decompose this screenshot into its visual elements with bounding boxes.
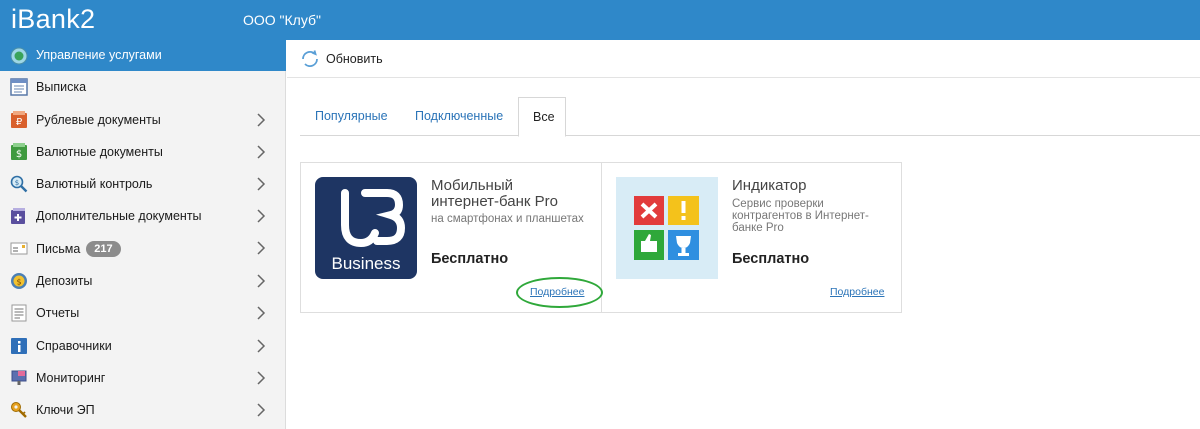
sidebar-item-label: Дополнительные документы [36,209,202,223]
app-logo[interactable]: iBank2 [11,2,95,36]
card-subtitle-line: контрагентов в Интернет- [732,210,869,222]
mobile-bank-logo[interactable]: Business [315,177,417,279]
sidebar-item-services[interactable]: Управление услугами [0,40,286,71]
chevron-right-icon [257,339,266,353]
svg-text:₽: ₽ [16,117,23,128]
card-subtitle-line: Сервис проверки [732,198,824,210]
card-title: Индикатор [732,177,807,194]
letters-label: Письма [36,242,81,256]
sidebar-item-ruble-docs[interactable]: ₽ Рублевые документы [0,104,286,136]
app-header: iBank2 ООО "Клуб" [0,0,1200,40]
chevron-right-icon [257,209,266,223]
refresh-icon[interactable] [299,48,321,70]
refresh-button[interactable]: Обновить [326,52,383,67]
card-title-line: Мобильный [431,177,513,194]
deposits-icon: $ [11,273,27,289]
services-icon [10,47,28,65]
svg-text:$: $ [16,278,21,287]
sidebar-item-label: Валютные документы [36,145,163,159]
card-price: Бесплатно [431,251,509,267]
card-subtitle: на смартфонах и планшетах [431,213,584,225]
details-link[interactable]: Подробнее [830,286,884,298]
ruble-docs-icon: ₽ [11,111,27,128]
chevron-right-icon [257,306,266,320]
sidebar-item-deposits[interactable]: $ Депозиты [0,265,286,297]
chevron-right-icon [257,177,266,191]
sidebar-item-label: Справочники [36,339,112,353]
chevron-right-icon [257,145,266,159]
sidebar: Управление услугами Выписка ₽ Рублевые д… [0,40,286,429]
currency-control-icon: $ [10,175,28,193]
sidebar-item-label: Рублевые документы [36,113,161,127]
sidebar-item-monitoring[interactable]: Мониторинг [0,362,286,394]
highlight-oval [516,277,603,308]
tab-all-label: Все [533,110,555,124]
chevron-right-icon [257,241,266,255]
sidebar-item-label: Валютный контроль [36,177,153,191]
card-subtitle: Сервис проверки контрагентов в Интернет-… [732,198,869,234]
indicator-logo[interactable] [616,177,718,279]
unread-count-badge: 217 [86,241,121,257]
letters-icon [10,242,28,255]
card-price: Бесплатно [732,251,810,267]
sidebar-item-currency-docs[interactable]: $ Валютные документы [0,136,286,168]
organization-name: ООО "Клуб" [243,12,321,28]
logo-text: Business [332,254,401,273]
sidebar-item-statement[interactable]: Выписка [0,71,286,103]
card-title-line: интернет-банк Pro [431,193,558,210]
additional-docs-icon [11,208,25,224]
chevron-right-icon [257,274,266,288]
sidebar-item-label: Депозиты [36,274,93,288]
sidebar-item-label: Ключи ЭП [36,403,95,417]
reports-icon [11,304,27,322]
tab-all[interactable]: Все [518,97,566,137]
sidebar-item-currency-control[interactable]: $ Валютный контроль [0,168,286,200]
monitoring-icon [11,370,27,385]
sidebar-item-label: Отчеты [36,306,80,320]
sidebar-item-reports[interactable]: Отчеты [0,297,286,329]
tab-bar: Популярные Подключенные Все [300,97,1200,137]
chevron-right-icon [257,371,266,385]
chevron-right-icon [257,403,266,417]
svg-text:$: $ [15,179,19,187]
card-subtitle-line: банке Pro [732,222,784,234]
info-icon [11,338,27,354]
chevron-right-icon [257,113,266,127]
sidebar-item-keys[interactable]: Ключи ЭП [0,394,286,426]
key-icon [11,402,27,418]
svg-text:$: $ [16,149,22,160]
tab-connected[interactable]: Подключенные [415,109,503,124]
sidebar-item-label: Письма 217 [36,241,121,257]
currency-docs-icon: $ [11,143,27,160]
sidebar-item-label: Мониторинг [36,371,106,385]
toolbar: Обновить [287,40,1200,78]
sidebar-item-label: Выписка [36,80,87,94]
sidebar-item-letters[interactable]: Письма 217 [0,232,286,264]
sidebar-item-label: Управление услугами [36,48,162,62]
sidebar-item-references[interactable]: Справочники [0,330,286,362]
tab-popular[interactable]: Популярные [315,109,388,124]
statement-icon [10,78,28,96]
sidebar-item-additional-docs[interactable]: Дополнительные документы [0,200,286,232]
card-title: Мобильный интернет-банк Pro [431,178,558,210]
